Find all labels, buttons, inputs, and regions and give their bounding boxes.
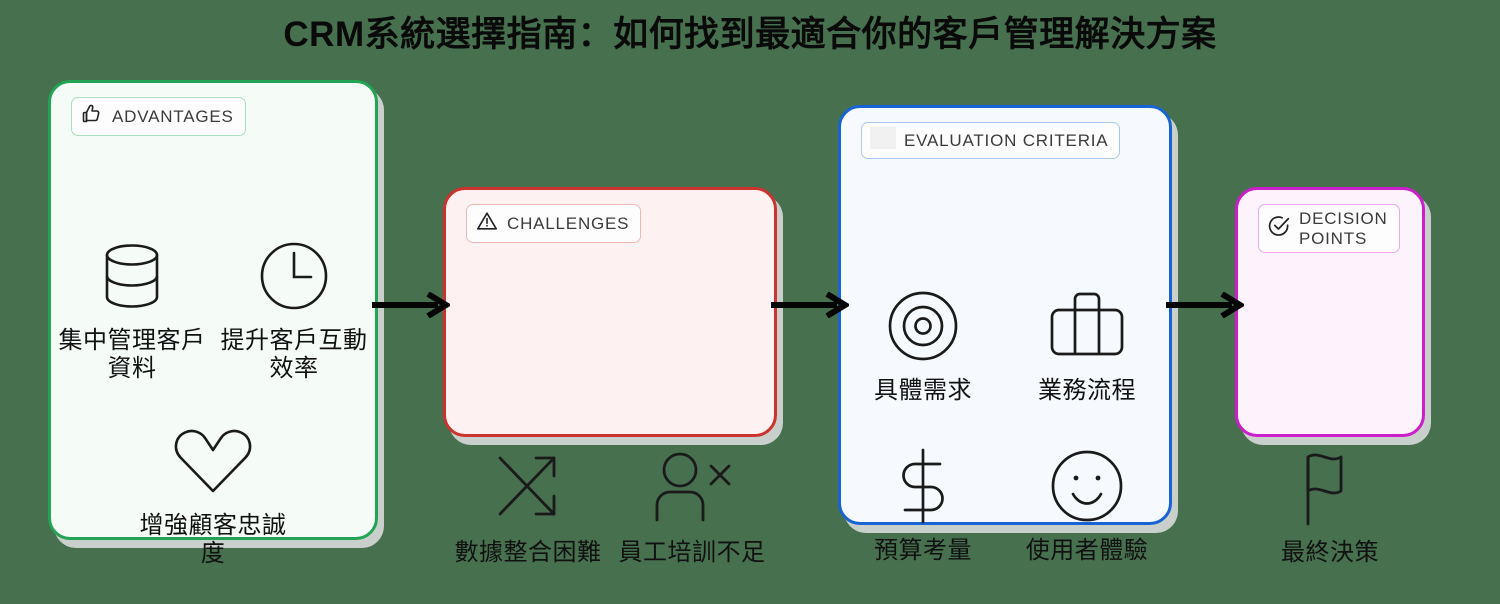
items-evaluation: 具體需求 業務流程 預算考量 使用者體驗 (841, 283, 1169, 604)
items-advantages: 集中管理客戶資料 提升客戶互動效率 增強顧客忠誠度 (51, 233, 375, 602)
check-circle-icon (1267, 214, 1291, 243)
badge-evaluation: EVALUATION CRITERIA (861, 122, 1121, 159)
arrow-challenges-to-evaluation (771, 291, 851, 323)
badge-decision-label: DECISION POINTS (1299, 209, 1388, 248)
card-decision[interactable]: DECISION POINTS 最終決策 (1235, 187, 1425, 566)
item-criteria-2-label: 預算考量 (874, 537, 972, 565)
items-challenges: 數據整合困難 員工培訓不足 (446, 445, 774, 567)
item-criteria-1: 業務流程 (1005, 283, 1169, 405)
shuffle-arrows-icon (488, 445, 568, 531)
page-title: CRM系統選擇指南：如何找到最適合你的客戶管理解決方案 (283, 15, 1217, 54)
warning-triangle-icon (475, 209, 499, 238)
item-criteria-2: 預算考量 (841, 443, 1005, 565)
item-criteria-3: 使用者體驗 (1005, 443, 1169, 565)
item-advantage-1-label: 提升客戶互動效率 (220, 327, 368, 383)
item-decision-0-label: 最終決策 (1281, 539, 1379, 566)
item-challenge-0-label: 數據整合困難 (454, 539, 602, 566)
flag-icon (1290, 445, 1370, 531)
card-evaluation[interactable]: EVALUATION CRITERIA 具體需求 業務流程 預算考量 使用者體驗 (838, 105, 1172, 564)
arrow-evaluation-to-decision (1166, 291, 1246, 323)
badge-challenges-label: CHALLENGES (507, 213, 630, 233)
item-advantage-1: 提升客戶互動效率 (213, 233, 375, 384)
thumbs-up-icon (80, 102, 104, 131)
badge-advantages: ADVANTAGES (71, 97, 246, 136)
database-icon (92, 233, 172, 319)
badge-challenges: CHALLENGES (466, 204, 642, 243)
item-challenge-1: 員工培訓不足 (610, 445, 774, 567)
item-criteria-1-label: 業務流程 (1038, 377, 1136, 404)
items-decision: 最終決策 (1238, 445, 1422, 567)
item-criteria-0-label: 具體需求 (874, 377, 972, 404)
heart-icon (170, 418, 256, 504)
card-advantages[interactable]: ADVANTAGES 集中管理客戶資料 提升客戶互動效率 增強顧客忠誠度 (48, 80, 378, 567)
diagram-canvas: CRM系統選擇指南：如何找到最適合你的客戶管理解決方案 ADVANTAGES 集… (0, 0, 1500, 603)
item-advantage-2-label: 增強顧客忠誠度 (139, 511, 287, 567)
arrow-advantages-to-challenges (372, 291, 452, 323)
briefcase-icon (1047, 283, 1127, 369)
item-decision-0: 最終決策 (1238, 445, 1422, 567)
smiley-face-icon (1047, 443, 1127, 529)
item-criteria-3-label: 使用者體驗 (1025, 537, 1149, 565)
card-challenges[interactable]: CHALLENGES 數據整合困難 員工培訓不足 (443, 187, 777, 566)
item-challenge-0: 數據整合困難 (446, 445, 610, 567)
item-advantage-0: 集中管理客戶資料 (51, 233, 213, 384)
item-advantage-0-label: 集中管理客戶資料 (58, 327, 206, 383)
item-challenge-1-label: 員工培訓不足 (618, 539, 766, 566)
badge-decision: DECISION POINTS (1258, 204, 1400, 254)
badge-evaluation-label: EVALUATION CRITERIA (904, 130, 1109, 150)
blank-icon (870, 127, 896, 154)
target-icon (883, 283, 963, 369)
item-criteria-0: 具體需求 (841, 283, 1005, 405)
clock-icon (254, 233, 334, 319)
dollar-sign-icon (883, 443, 963, 529)
item-advantage-2: 增強顧客忠誠度 (51, 418, 375, 569)
person-remove-icon (649, 445, 735, 531)
badge-advantages-label: ADVANTAGES (112, 106, 234, 126)
